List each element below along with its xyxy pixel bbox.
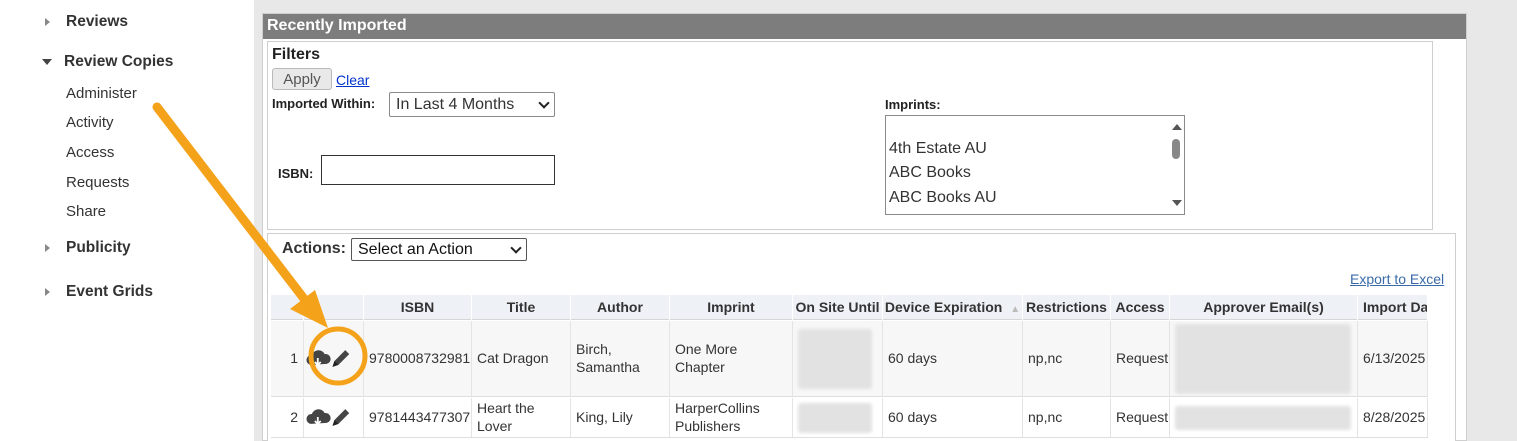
imprints-listbox[interactable]: 4th Estate AU ABC Books ABC Books AU [885,115,1185,215]
access-cell: Request [1111,398,1170,437]
nav-review-copies-label: Review Copies [64,53,174,70]
expand-right-icon [45,18,50,26]
column-header-title[interactable]: Title [472,295,571,320]
isbn-cell: 9781443477307 [364,398,472,437]
imprint-cell: HarperCollins Publishers [670,398,793,437]
recently-imported-panel: Recently Imported Filters Apply Clear Im… [262,13,1467,441]
row-icons [304,321,364,396]
imprint-cell: One More Chapter [670,321,793,396]
import-date-cell: 8/28/2025 [1358,398,1428,437]
export-to-excel-link[interactable]: Export to Excel [1350,271,1444,287]
import-date-cell: 6/13/2025 [1358,321,1428,396]
sidebar: Reviews Review Copies Administer Activit… [0,0,254,441]
column-header-on-site-until[interactable]: On Site Until [793,295,883,320]
column-header-device-expiration[interactable]: Device Expiration ▲ [883,295,1023,320]
actions-section: Actions: Select an Action Export to Exce… [267,233,1456,441]
restrictions-cell: np,nc [1023,321,1111,396]
chevron-down-icon [510,241,522,254]
author-cell: King, Lily [571,398,670,437]
imported-within-value: In Last 4 Months [396,95,515,113]
apply-button[interactable]: Apply [272,68,332,90]
sort-asc-icon: ▲ [1010,304,1021,315]
column-header-imprint[interactable]: Imprint [670,295,793,320]
column-header-isbn[interactable]: ISBN [364,295,472,320]
actions-label: Actions: [282,240,346,257]
isbn-cell: 9780008732981 [364,321,472,396]
edit-pencil-icon [332,349,350,367]
nav-event-grids[interactable]: Event Grids [40,283,153,301]
download-cloud-icon[interactable] [306,405,361,431]
scroll-up-icon[interactable] [1172,124,1182,130]
nav-share[interactable]: Share [66,203,106,220]
column-header-number [271,295,304,320]
filters-title: Filters [272,46,321,63]
nav-reviews-label: Reviews [66,13,129,30]
expand-right-icon [45,288,50,296]
scroll-thumb[interactable] [1172,139,1180,159]
nav-review-copies[interactable]: Review Copies [40,53,173,71]
filters-section: Filters Apply Clear Imported Within: In … [267,41,1433,230]
imprint-option[interactable]: ABC Books AU [889,189,997,207]
edit-pencil-icon [332,408,350,426]
redacted-block [1175,405,1351,430]
redacted-block [798,402,872,433]
clear-link[interactable]: Clear [336,72,369,88]
nav-requests[interactable]: Requests [66,174,129,191]
column-header-restrictions[interactable]: Restrictions [1023,295,1111,320]
device-expiration-cell: 60 days [883,398,1023,437]
column-header-icons [304,295,364,320]
row-number: 1 [271,321,304,396]
main-area: Recently Imported Filters Apply Clear Im… [254,0,1517,441]
imported-within-label: Imported Within: [272,96,376,111]
expand-down-icon [42,59,52,65]
nav-activity[interactable]: Activity [66,114,114,131]
imprint-option[interactable]: 4th Estate AU [889,140,987,158]
approver-emails-cell [1170,398,1358,437]
imports-table: ISBN Title Author Imprint On Site Until … [271,295,1428,441]
nav-event-grids-label: Event Grids [66,283,153,300]
title-cell: Cat Dragon [472,321,571,396]
title-cell: Heart the Lover [472,398,571,437]
table-row: 2 9781443477307 Heart the Lover King, Li… [271,398,1428,438]
column-header-author[interactable]: Author [571,295,670,320]
row-icons [304,398,364,437]
column-header-import-date[interactable]: Import Dat [1358,295,1428,320]
redacted-block [798,328,872,389]
column-header-access[interactable]: Access [1111,295,1170,320]
redacted-block [1175,323,1351,394]
nav-reviews[interactable]: Reviews [40,13,128,31]
access-cell: Request [1111,321,1170,396]
nav-publicity-label: Publicity [66,239,131,256]
table-row: 1 9780008732981 Cat Dragon Birch, Samant… [271,321,1428,397]
imprint-option[interactable]: ABC Books [889,164,971,182]
nav-administer[interactable]: Administer [66,85,137,102]
action-select[interactable]: Select an Action [351,238,527,261]
nav-access[interactable]: Access [66,144,114,161]
download-cloud-icon[interactable] [306,346,361,372]
scroll-down-icon[interactable] [1172,200,1182,206]
table-header-row: ISBN Title Author Imprint On Site Until … [271,295,1428,320]
isbn-input[interactable] [321,155,555,185]
isbn-label: ISBN: [278,166,314,181]
imported-within-select[interactable]: In Last 4 Months [389,92,555,117]
nav-publicity[interactable]: Publicity [40,239,131,257]
imprints-scrollbar[interactable] [1168,116,1184,214]
chevron-down-icon [538,96,550,109]
device-expiration-cell: 60 days [883,321,1023,396]
author-cell: Birch, Samantha [571,321,670,396]
approver-emails-cell [1170,321,1358,396]
imprints-label: Imprints: [885,97,941,112]
restrictions-cell: np,nc [1023,398,1111,437]
on-site-until-cell [793,321,883,396]
action-select-value: Select an Action [358,240,473,258]
panel-title: Recently Imported [263,14,1466,39]
row-number: 2 [271,398,304,437]
column-header-approver-emails[interactable]: Approver Email(s) [1170,295,1358,320]
device-expiration-header-label: Device Expiration [884,299,1003,315]
on-site-until-cell [793,398,883,437]
expand-right-icon [45,244,50,252]
